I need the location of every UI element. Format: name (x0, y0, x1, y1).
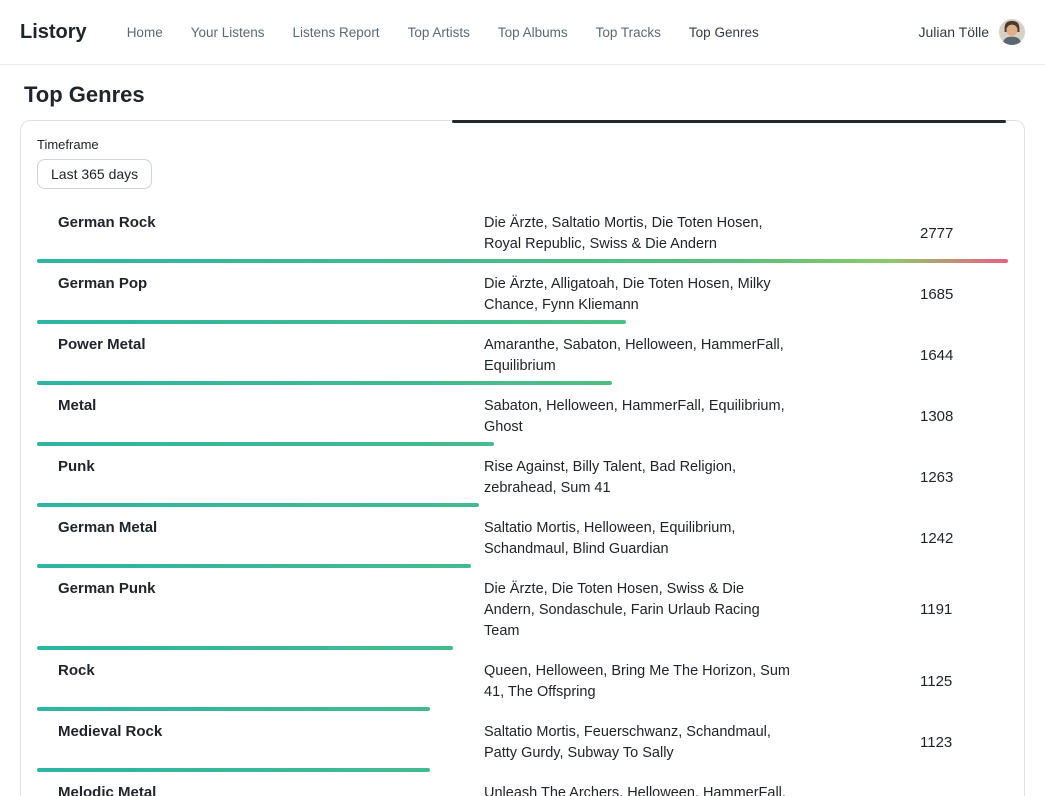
timeframe-select[interactable]: Last 365 days (37, 159, 152, 189)
avatar[interactable] (999, 19, 1025, 45)
timeframe-label: Timeframe (37, 137, 1008, 152)
genre-bar-fill (37, 320, 626, 324)
table-row: Melodic Metal Unleash The Archers, Hello… (37, 774, 1008, 796)
genre-name: German Punk (37, 577, 471, 642)
genre-name: Rock (37, 659, 471, 703)
nav-item-home[interactable]: Home (113, 17, 177, 48)
genre-artists: Die Ärzte, Die Toten Hosen, Swiss & Die … (471, 577, 793, 642)
nav-item-top-genres[interactable]: Top Genres (675, 17, 773, 48)
genre-bar (37, 768, 430, 772)
genre-bar-fill (37, 707, 430, 711)
genre-name: Power Metal (37, 333, 471, 377)
genre-count: 1263 (908, 455, 1008, 499)
nav-item-top-artists[interactable]: Top Artists (394, 17, 484, 48)
genre-name: German Rock (37, 211, 471, 255)
genre-bar (37, 320, 626, 324)
genre-count: 1242 (908, 516, 1008, 560)
genre-artists: Rise Against, Billy Talent, Bad Religion… (471, 455, 793, 499)
genre-artists: Saltatio Mortis, Feuerschwanz, Schandmau… (471, 720, 793, 764)
nav-item-top-albums[interactable]: Top Albums (484, 17, 582, 48)
table-row: Metal Sabaton, Helloween, HammerFall, Eq… (37, 387, 1008, 448)
table-row: Punk Rise Against, Billy Talent, Bad Rel… (37, 448, 1008, 509)
table-row: Power Metal Amaranthe, Sabaton, Hellowee… (37, 326, 1008, 387)
nav-item-listens-report[interactable]: Listens Report (279, 17, 394, 48)
genre-bar (37, 646, 453, 650)
genre-count: 1308 (908, 394, 1008, 438)
genre-count: 1191 (908, 577, 1008, 642)
table-row: Medieval Rock Saltatio Mortis, Feuerschw… (37, 713, 1008, 774)
table-row: German Rock Die Ärzte, Saltatio Mortis, … (37, 204, 1008, 265)
genre-artists: Die Ärzte, Alligatoah, Die Toten Hosen, … (471, 272, 793, 316)
genre-bar (37, 442, 494, 446)
genre-bar (37, 381, 612, 385)
genre-bar (37, 259, 1008, 263)
nav-item-your-listens[interactable]: Your Listens (177, 17, 279, 48)
genre-artists: Saltatio Mortis, Helloween, Equilibrium,… (471, 516, 793, 560)
card-top-rule (452, 120, 1006, 123)
genre-artists: Amaranthe, Sabaton, Helloween, HammerFal… (471, 333, 793, 377)
genre-name: Punk (37, 455, 471, 499)
genre-artists: Sabaton, Helloween, HammerFall, Equilibr… (471, 394, 793, 438)
genre-artists: Die Ärzte, Saltatio Mortis, Die Toten Ho… (471, 211, 793, 255)
nav-links: Home Your Listens Listens Report Top Art… (113, 17, 919, 48)
page-title: Top Genres (24, 82, 1025, 108)
table-row: German Punk Die Ärzte, Die Toten Hosen, … (37, 570, 1008, 652)
brand-link[interactable]: Listory (20, 21, 87, 44)
top-genres-card: Timeframe Last 365 days German Rock Die … (20, 120, 1025, 796)
genre-count: 1002 (908, 781, 1008, 796)
avatar-image (999, 19, 1025, 45)
genre-bar (37, 707, 430, 711)
genre-bar-fill (37, 442, 494, 446)
genre-name: German Metal (37, 516, 471, 560)
genre-name: German Pop (37, 272, 471, 316)
table-row: Rock Queen, Helloween, Bring Me The Hori… (37, 652, 1008, 713)
genre-bar (37, 564, 471, 568)
table-row: German Pop Die Ärzte, Alligatoah, Die To… (37, 265, 1008, 326)
genre-count: 1125 (908, 659, 1008, 703)
nav-user: Julian Tölle (918, 19, 1025, 45)
genre-bar-fill (37, 646, 453, 650)
navbar: Listory Home Your Listens Listens Report… (0, 0, 1045, 65)
genre-count: 2777 (908, 211, 1008, 255)
user-name[interactable]: Julian Tölle (918, 24, 989, 40)
table-row: German Metal Saltatio Mortis, Helloween,… (37, 509, 1008, 570)
genre-bar-fill (37, 259, 1008, 263)
genre-count: 1644 (908, 333, 1008, 377)
genre-bar-fill (37, 564, 471, 568)
genres-table: German Rock Die Ärzte, Saltatio Mortis, … (37, 204, 1008, 796)
genre-bar-fill (37, 381, 612, 385)
genre-count: 1123 (908, 720, 1008, 764)
genre-name: Metal (37, 394, 471, 438)
genre-bar-fill (37, 503, 479, 507)
page-content: Top Genres Timeframe Last 365 days Germa… (0, 82, 1045, 796)
genre-name: Medieval Rock (37, 720, 471, 764)
nav-item-top-tracks[interactable]: Top Tracks (582, 17, 675, 48)
genre-bar (37, 503, 479, 507)
genre-count: 1685 (908, 272, 1008, 316)
genre-name: Melodic Metal (37, 781, 471, 796)
genre-artists: Unleash The Archers, Helloween, HammerFa… (471, 781, 793, 796)
genre-bar-fill (37, 768, 430, 772)
genre-artists: Queen, Helloween, Bring Me The Horizon, … (471, 659, 793, 703)
